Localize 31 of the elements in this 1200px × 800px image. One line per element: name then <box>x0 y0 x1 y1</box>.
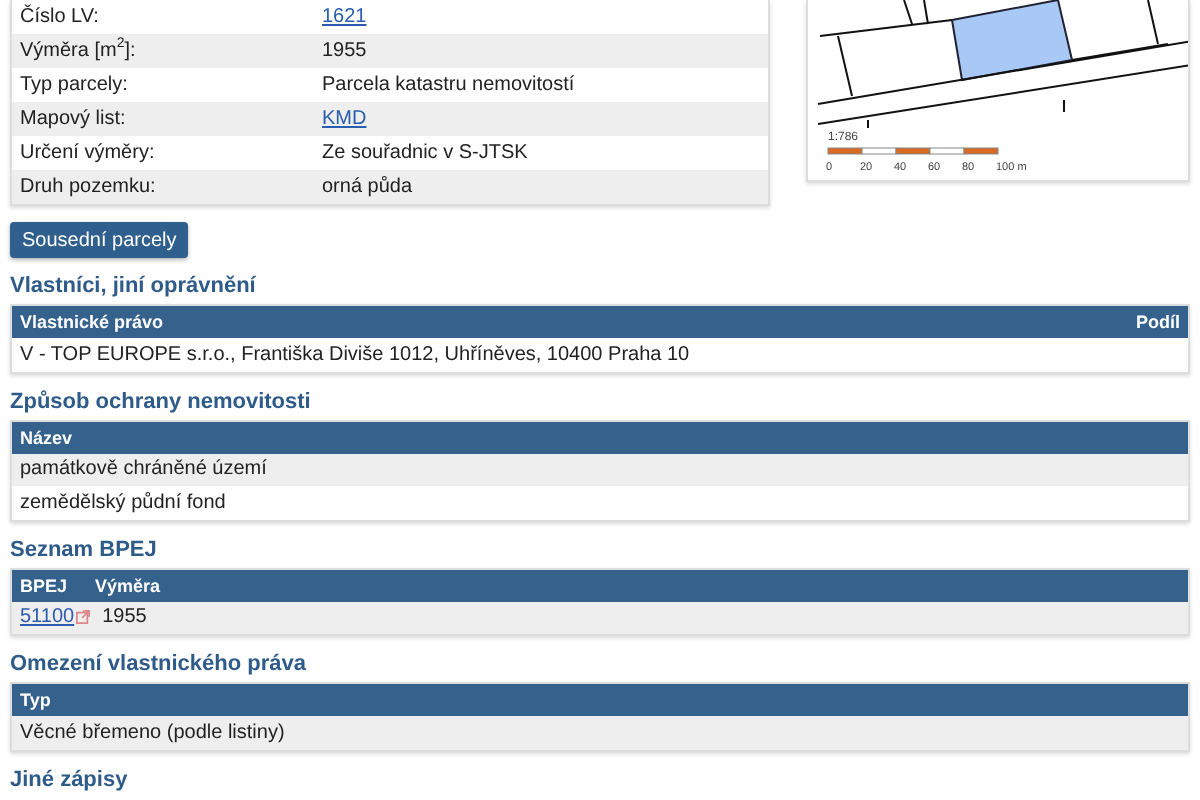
link[interactable]: 1621 <box>322 6 768 28</box>
field-label: Typ parcely: <box>20 74 130 96</box>
field-label: Mapový list: <box>20 108 128 130</box>
neighbors-button[interactable]: Sousední parcely <box>10 222 189 258</box>
table-cell: památkově chráněné území <box>20 458 267 481</box>
section-title: Vlastníci, jiní oprávnění <box>10 274 258 298</box>
field-label: Výměra [m$^{2}$]: <box>20 40 138 62</box>
column-header: BPEJ <box>20 575 68 595</box>
column-header: Podíl <box>1136 312 1180 332</box>
column-header: Název <box>20 427 73 447</box>
field-label: Číslo LV: <box>20 6 101 28</box>
table-cell-text: Parcela katastru nemovitostí <box>322 74 577 96</box>
field-label: Druh pozemku: <box>20 176 158 198</box>
column-header: Vlastnické právo <box>20 312 164 332</box>
column-header: Výměra <box>95 575 161 595</box>
section-title: Omezení vlastnického práva <box>10 652 308 676</box>
table-cell: zemědělský půdní fond <box>20 491 226 514</box>
table-cell: 1955 <box>102 606 147 629</box>
section-title: Jiné zápisy <box>10 767 130 791</box>
table-cell-text: orná půda <box>322 176 415 198</box>
table-cell-text: Ze souřadnic v S-JTSK <box>322 142 530 164</box>
section-title: Seznam BPEJ <box>10 537 159 561</box>
external-link-icon <box>76 610 91 625</box>
link[interactable]: KMD <box>322 108 768 130</box>
section-title: Způsob ochrany nemovitosti <box>10 389 313 413</box>
link[interactable]: 51100 <box>20 606 75 629</box>
column-header: Typ <box>20 690 51 710</box>
table-cell-text: 1955 <box>322 40 369 62</box>
table-cell: Věcné břemeno (podle listiny) <box>20 721 285 744</box>
field-label: Určení výměry: <box>20 142 157 164</box>
table-cell: V - TOP EUROPE s.r.o., Františka Diviše 1012, Uhříněves, 10400 Praha 10 <box>20 343 690 366</box>
